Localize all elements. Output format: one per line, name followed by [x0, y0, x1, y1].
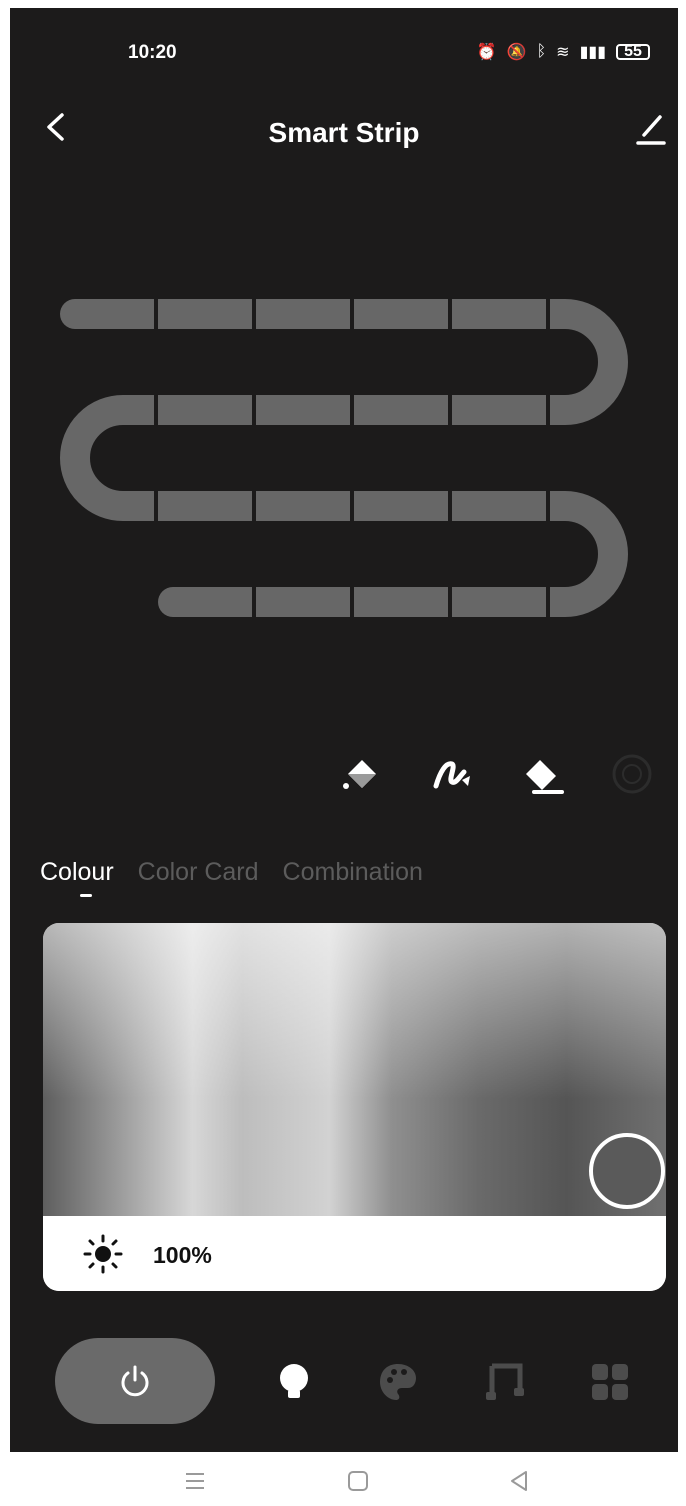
colour-picker-handle[interactable]	[589, 1133, 665, 1209]
strip-segment	[354, 299, 448, 329]
edit-button[interactable]	[632, 111, 668, 147]
square-icon	[348, 1471, 368, 1491]
bulb-icon	[280, 1364, 308, 1398]
battery-icon: 55	[616, 44, 650, 60]
status-time: 10:20	[128, 42, 177, 63]
signal-icon: ▮▮▮	[579, 44, 606, 61]
music-tab[interactable]	[482, 1360, 526, 1404]
triangle-back-icon	[511, 1471, 527, 1491]
eraser-icon	[526, 760, 564, 794]
led-strip-layout[interactable]	[60, 293, 650, 623]
paint-bucket-icon	[343, 760, 376, 789]
bottom-tab-bar	[10, 1328, 678, 1438]
power-icon	[121, 1365, 149, 1397]
menu-icon	[186, 1473, 204, 1489]
colour-spectrum[interactable]	[43, 923, 666, 1216]
tab-colour[interactable]: Colour	[40, 858, 114, 897]
colour-picker: 100%	[43, 923, 666, 1291]
grid-icon	[592, 1364, 628, 1400]
strip-segment	[354, 587, 448, 617]
back-nav-button[interactable]	[506, 1468, 532, 1494]
music-icon	[486, 1363, 524, 1400]
strip-segment	[110, 299, 154, 329]
strip-segment	[200, 587, 252, 617]
strip-segment	[256, 491, 350, 521]
strip-segment	[452, 491, 546, 521]
brightness-value: 100%	[153, 1242, 212, 1268]
alarm-icon: ⏰	[476, 44, 497, 61]
sun-icon	[83, 1234, 123, 1274]
extra-tool-button[interactable]	[608, 750, 656, 798]
strip-curve	[550, 299, 628, 425]
strip-segment	[452, 299, 546, 329]
mute-icon: 🔕	[506, 44, 527, 61]
erase-tool-button[interactable]	[518, 750, 566, 798]
strip-segment	[452, 587, 546, 617]
strip-segment	[158, 299, 252, 329]
status-icons: ⏰ 🔕 ᛒ ≋ ▮▮▮ 55	[477, 42, 650, 62]
tab-combination[interactable]: Combination	[283, 858, 423, 887]
phone-screen: 10:20 ⏰ 🔕 ᛒ ≋ ▮▮▮ 55 Smart Strip Colour …	[10, 8, 678, 1452]
tab-indicator	[80, 894, 92, 897]
strip-segment	[452, 395, 546, 425]
palette-tab[interactable]	[376, 1360, 420, 1404]
strip-segment	[256, 587, 350, 617]
header: Smart Strip	[10, 103, 678, 163]
strip-segment	[256, 299, 350, 329]
tab-color-card[interactable]: Color Card	[138, 858, 259, 887]
light-tab[interactable]	[272, 1360, 316, 1404]
system-navigation-bar	[0, 1452, 686, 1506]
strip-segment	[354, 491, 448, 521]
strip-segment	[158, 395, 252, 425]
draw-tool-button[interactable]	[428, 750, 476, 798]
page-title: Smart Strip	[268, 117, 420, 148]
brightness-bar[interactable]: 100%	[43, 1218, 666, 1291]
strip-segment	[354, 395, 448, 425]
status-bar: 10:20 ⏰ 🔕 ᛒ ≋ ▮▮▮ 55	[10, 8, 678, 88]
menu-button[interactable]	[182, 1468, 208, 1494]
strip-segment	[158, 491, 252, 521]
wifi-icon: ≋	[556, 44, 570, 61]
bluetooth-icon: ᛒ	[536, 43, 547, 60]
scenes-tab[interactable]	[588, 1360, 632, 1404]
home-button[interactable]	[345, 1468, 371, 1494]
strip-segment	[256, 395, 350, 425]
power-button[interactable]	[55, 1338, 215, 1424]
pen-icon	[433, 761, 470, 789]
pencil-icon	[636, 115, 666, 145]
mode-tabs: Colour Color Card Combination	[40, 858, 423, 897]
strip-curve	[550, 491, 628, 617]
strip-curve	[60, 395, 154, 521]
tool-bar	[10, 750, 678, 810]
fill-tool-button[interactable]	[338, 750, 386, 798]
circle-icon	[612, 754, 652, 794]
tab-label: Colour	[40, 858, 114, 886]
palette-icon	[380, 1364, 416, 1400]
